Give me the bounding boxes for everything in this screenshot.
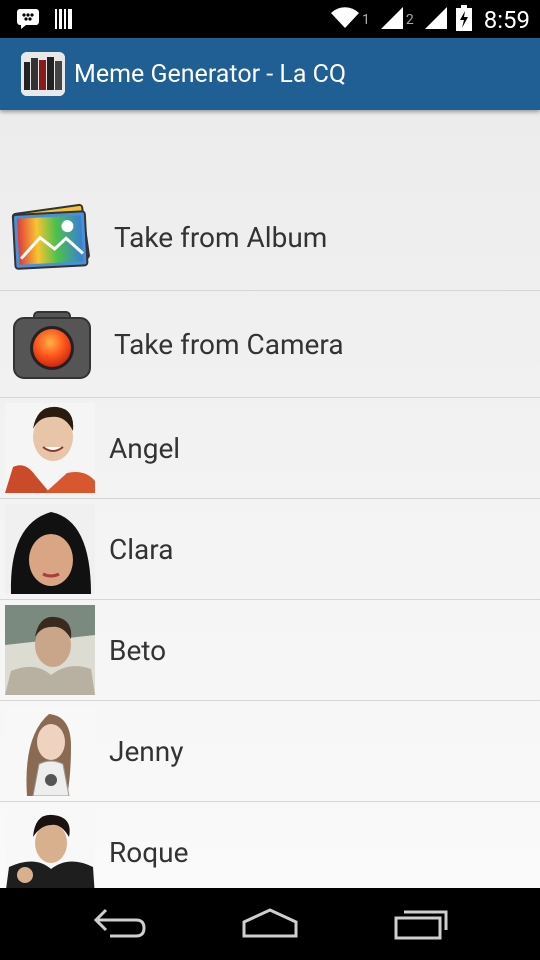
person-item-beto[interactable]: Beto [0,600,540,701]
clock: 8:59 [483,6,530,34]
camera-label: Take from Camera [114,327,344,361]
home-icon[interactable] [240,906,300,946]
person-name: Clara [109,532,174,566]
avatar [5,706,95,796]
person-name: Roque [109,835,189,869]
recent-apps-icon[interactable] [392,906,452,946]
take-from-camera-item[interactable]: Take from Camera [0,291,540,398]
navigation-bar [0,888,540,960]
person-item-angel[interactable]: Angel [0,398,540,499]
avatar [5,807,95,888]
camera-icon [10,302,94,386]
battery-charging-icon [455,5,472,35]
wifi-icon [330,6,360,34]
take-from-album-item[interactable]: Take from Album [0,184,540,291]
person-name: Jenny [109,734,184,768]
person-item-jenny[interactable]: Jenny [0,701,540,802]
back-icon[interactable] [92,906,148,946]
avatar [5,504,95,594]
signal-icon [380,6,404,34]
main-list[interactable]: Take from Album Take from Camera Angel C… [0,110,540,888]
app-title: Meme Generator - La CQ [74,59,347,89]
person-item-clara[interactable]: Clara [0,499,540,600]
barcode-notification-icon [54,8,74,34]
sim2-label: 2 [405,12,414,28]
status-bar: 1 2 8:59 [0,0,540,38]
avatar [5,605,95,695]
sim1-label: 1 [361,12,370,28]
person-name: Angel [109,431,181,465]
bbm-notification-icon [16,8,40,34]
signal-icon [424,6,448,34]
action-bar: Meme Generator - La CQ [0,38,540,110]
avatar [5,403,95,493]
photo-album-icon [10,195,94,279]
app-logo-icon[interactable] [21,52,65,96]
album-label: Take from Album [114,220,328,254]
person-item-roque[interactable]: Roque [0,802,540,888]
person-name: Beto [109,633,167,667]
